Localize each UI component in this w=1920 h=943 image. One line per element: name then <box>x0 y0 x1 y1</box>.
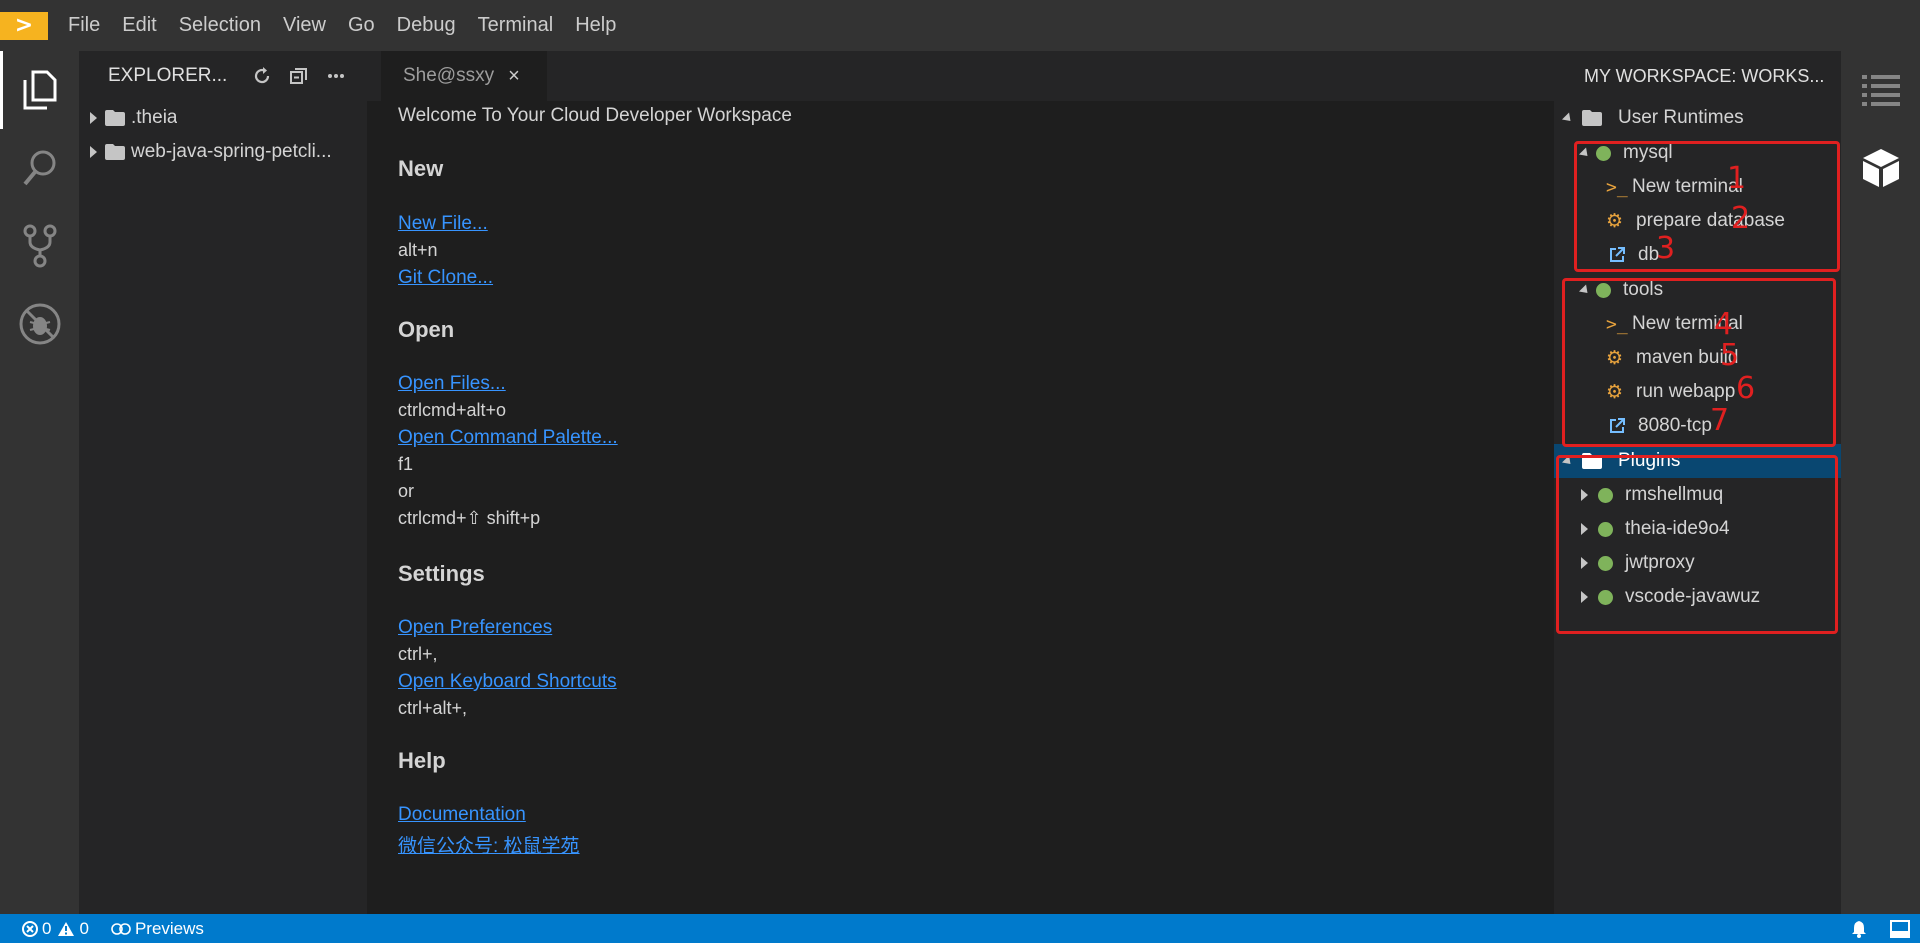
search-activity-button[interactable] <box>0 129 79 207</box>
warning-icon <box>58 921 75 936</box>
menu-file[interactable]: File <box>68 14 100 37</box>
palette-shortcut-or: or <box>398 481 415 501</box>
close-icon[interactable]: × <box>508 65 520 88</box>
activity-bar <box>0 51 79 914</box>
open-preferences-link[interactable]: Open Preferences <box>398 617 552 639</box>
cube-icon <box>1862 149 1899 187</box>
workspace-title: MY WORKSPACE: WORKS... <box>1584 65 1825 86</box>
tab-label: She@ssxy <box>403 65 495 86</box>
open-keyboard-shortcuts-link[interactable]: Open Keyboard Shortcuts <box>398 671 617 693</box>
tree-item-label: User Runtimes <box>1618 107 1744 128</box>
preferences-shortcut: ctrl+, <box>398 644 438 664</box>
annotation-box-tools <box>1562 278 1836 447</box>
new-heading: New <box>398 156 444 181</box>
menu-terminal[interactable]: Terminal <box>478 14 554 37</box>
menu-help[interactable]: Help <box>575 14 616 37</box>
open-files-link[interactable]: Open Files... <box>398 373 506 395</box>
new-file-shortcut: alt+n <box>398 240 438 260</box>
folder-icon <box>105 144 125 160</box>
explorer-title: EXPLORER... <box>108 65 228 86</box>
problems-status[interactable]: 0 0 <box>22 919 89 939</box>
new-file-link[interactable]: New File... <box>398 213 488 235</box>
menu-view[interactable]: View <box>283 14 326 37</box>
git-clone-link[interactable]: Git Clone... <box>398 267 493 289</box>
menu-go[interactable]: Go <box>348 14 375 37</box>
tree-item-user-runtimes[interactable]: User Runtimes <box>1554 101 1841 135</box>
tree-item-label: web-java-spring-petcli... <box>131 141 332 162</box>
chevron-right-icon: > <box>0 11 48 40</box>
annotation-number: 7 <box>1710 403 1730 438</box>
explorer-activity-button[interactable] <box>0 51 79 129</box>
explorer-panel: EXPLORER... .theia web-java-spring-petcl… <box>79 51 367 914</box>
annotation-box-mysql <box>1574 141 1840 272</box>
welcome-title: Welcome To Your Cloud Developer Workspac… <box>398 105 792 126</box>
open-files-shortcut: ctrlcmd+alt+o <box>398 400 507 420</box>
explorer-header: EXPLORER... <box>79 51 367 101</box>
palette-shortcut-alt: ctrlcmd+⇧ shift+p <box>398 508 541 528</box>
chevron-right-icon <box>90 146 97 158</box>
debug-activity-button[interactable] <box>0 285 79 363</box>
files-icon <box>23 70 56 110</box>
list-icon <box>1861 75 1900 106</box>
workspace-activity-button[interactable] <box>1841 129 1920 207</box>
tree-item-theia[interactable]: .theia <box>79 101 367 135</box>
keyboard-shortcuts-key: ctrl+alt+, <box>398 698 468 718</box>
folder-icon <box>105 110 125 126</box>
collapse-all-icon[interactable] <box>288 65 310 87</box>
folder-icon <box>1582 110 1602 126</box>
palette-shortcut-f1: f1 <box>398 454 414 474</box>
annotation-box-plugins <box>1556 455 1838 634</box>
tree-item-project[interactable]: web-java-spring-petcli... <box>79 135 367 169</box>
welcome-page: Welcome To Your Cloud Developer Workspac… <box>367 101 1554 914</box>
help-heading: Help <box>398 748 446 773</box>
menu-edit[interactable]: Edit <box>122 14 156 37</box>
search-icon <box>22 150 55 186</box>
source-control-icon <box>23 224 56 268</box>
editor-tab-bar: She@ssxy × <box>367 51 1554 101</box>
bell-icon[interactable] <box>1850 920 1868 938</box>
annotation-number: 1 <box>1727 161 1747 196</box>
annotation-number: 6 <box>1736 371 1756 406</box>
annotation-number: 5 <box>1720 338 1740 373</box>
previews-icon <box>111 922 131 935</box>
outline-activity-button[interactable] <box>1841 51 1920 129</box>
refresh-icon[interactable] <box>251 65 273 87</box>
documentation-link[interactable]: Documentation <box>398 804 526 826</box>
right-activity-bar <box>1841 51 1920 914</box>
app-logo[interactable]: > <box>0 10 48 42</box>
scm-activity-button[interactable] <box>0 207 79 285</box>
status-bar: 0 0 Previews <box>0 914 1920 943</box>
chevron-right-icon <box>90 112 97 124</box>
error-count: 0 <box>42 918 52 938</box>
chevron-down-icon <box>1561 111 1575 125</box>
tab-welcome[interactable]: She@ssxy × <box>381 51 547 101</box>
menu-debug[interactable]: Debug <box>397 14 456 37</box>
annotation-number: 3 <box>1656 231 1676 266</box>
workspace-panel: MY WORKSPACE: WORKS... User Runtimes mys… <box>1554 51 1841 914</box>
warning-count: 0 <box>79 918 89 938</box>
debug-icon <box>19 303 60 345</box>
panel-toggle-icon[interactable] <box>1890 919 1910 938</box>
annotation-number: 4 <box>1714 307 1734 342</box>
settings-heading: Settings <box>398 561 485 586</box>
open-command-palette-link[interactable]: Open Command Palette... <box>398 427 618 449</box>
tree-item-label: .theia <box>131 107 178 128</box>
previews-status[interactable]: Previews <box>111 919 204 939</box>
open-heading: Open <box>398 317 455 342</box>
error-icon <box>22 920 38 937</box>
menu-bar: > File Edit Selection View Go Debug Term… <box>0 0 1920 51</box>
annotation-number: 2 <box>1731 201 1751 236</box>
wechat-link[interactable]: 微信公众号: 松鼠学苑 <box>398 831 580 858</box>
menu-selection[interactable]: Selection <box>179 14 261 37</box>
previews-label: Previews <box>134 918 204 938</box>
more-icon[interactable] <box>325 65 347 87</box>
